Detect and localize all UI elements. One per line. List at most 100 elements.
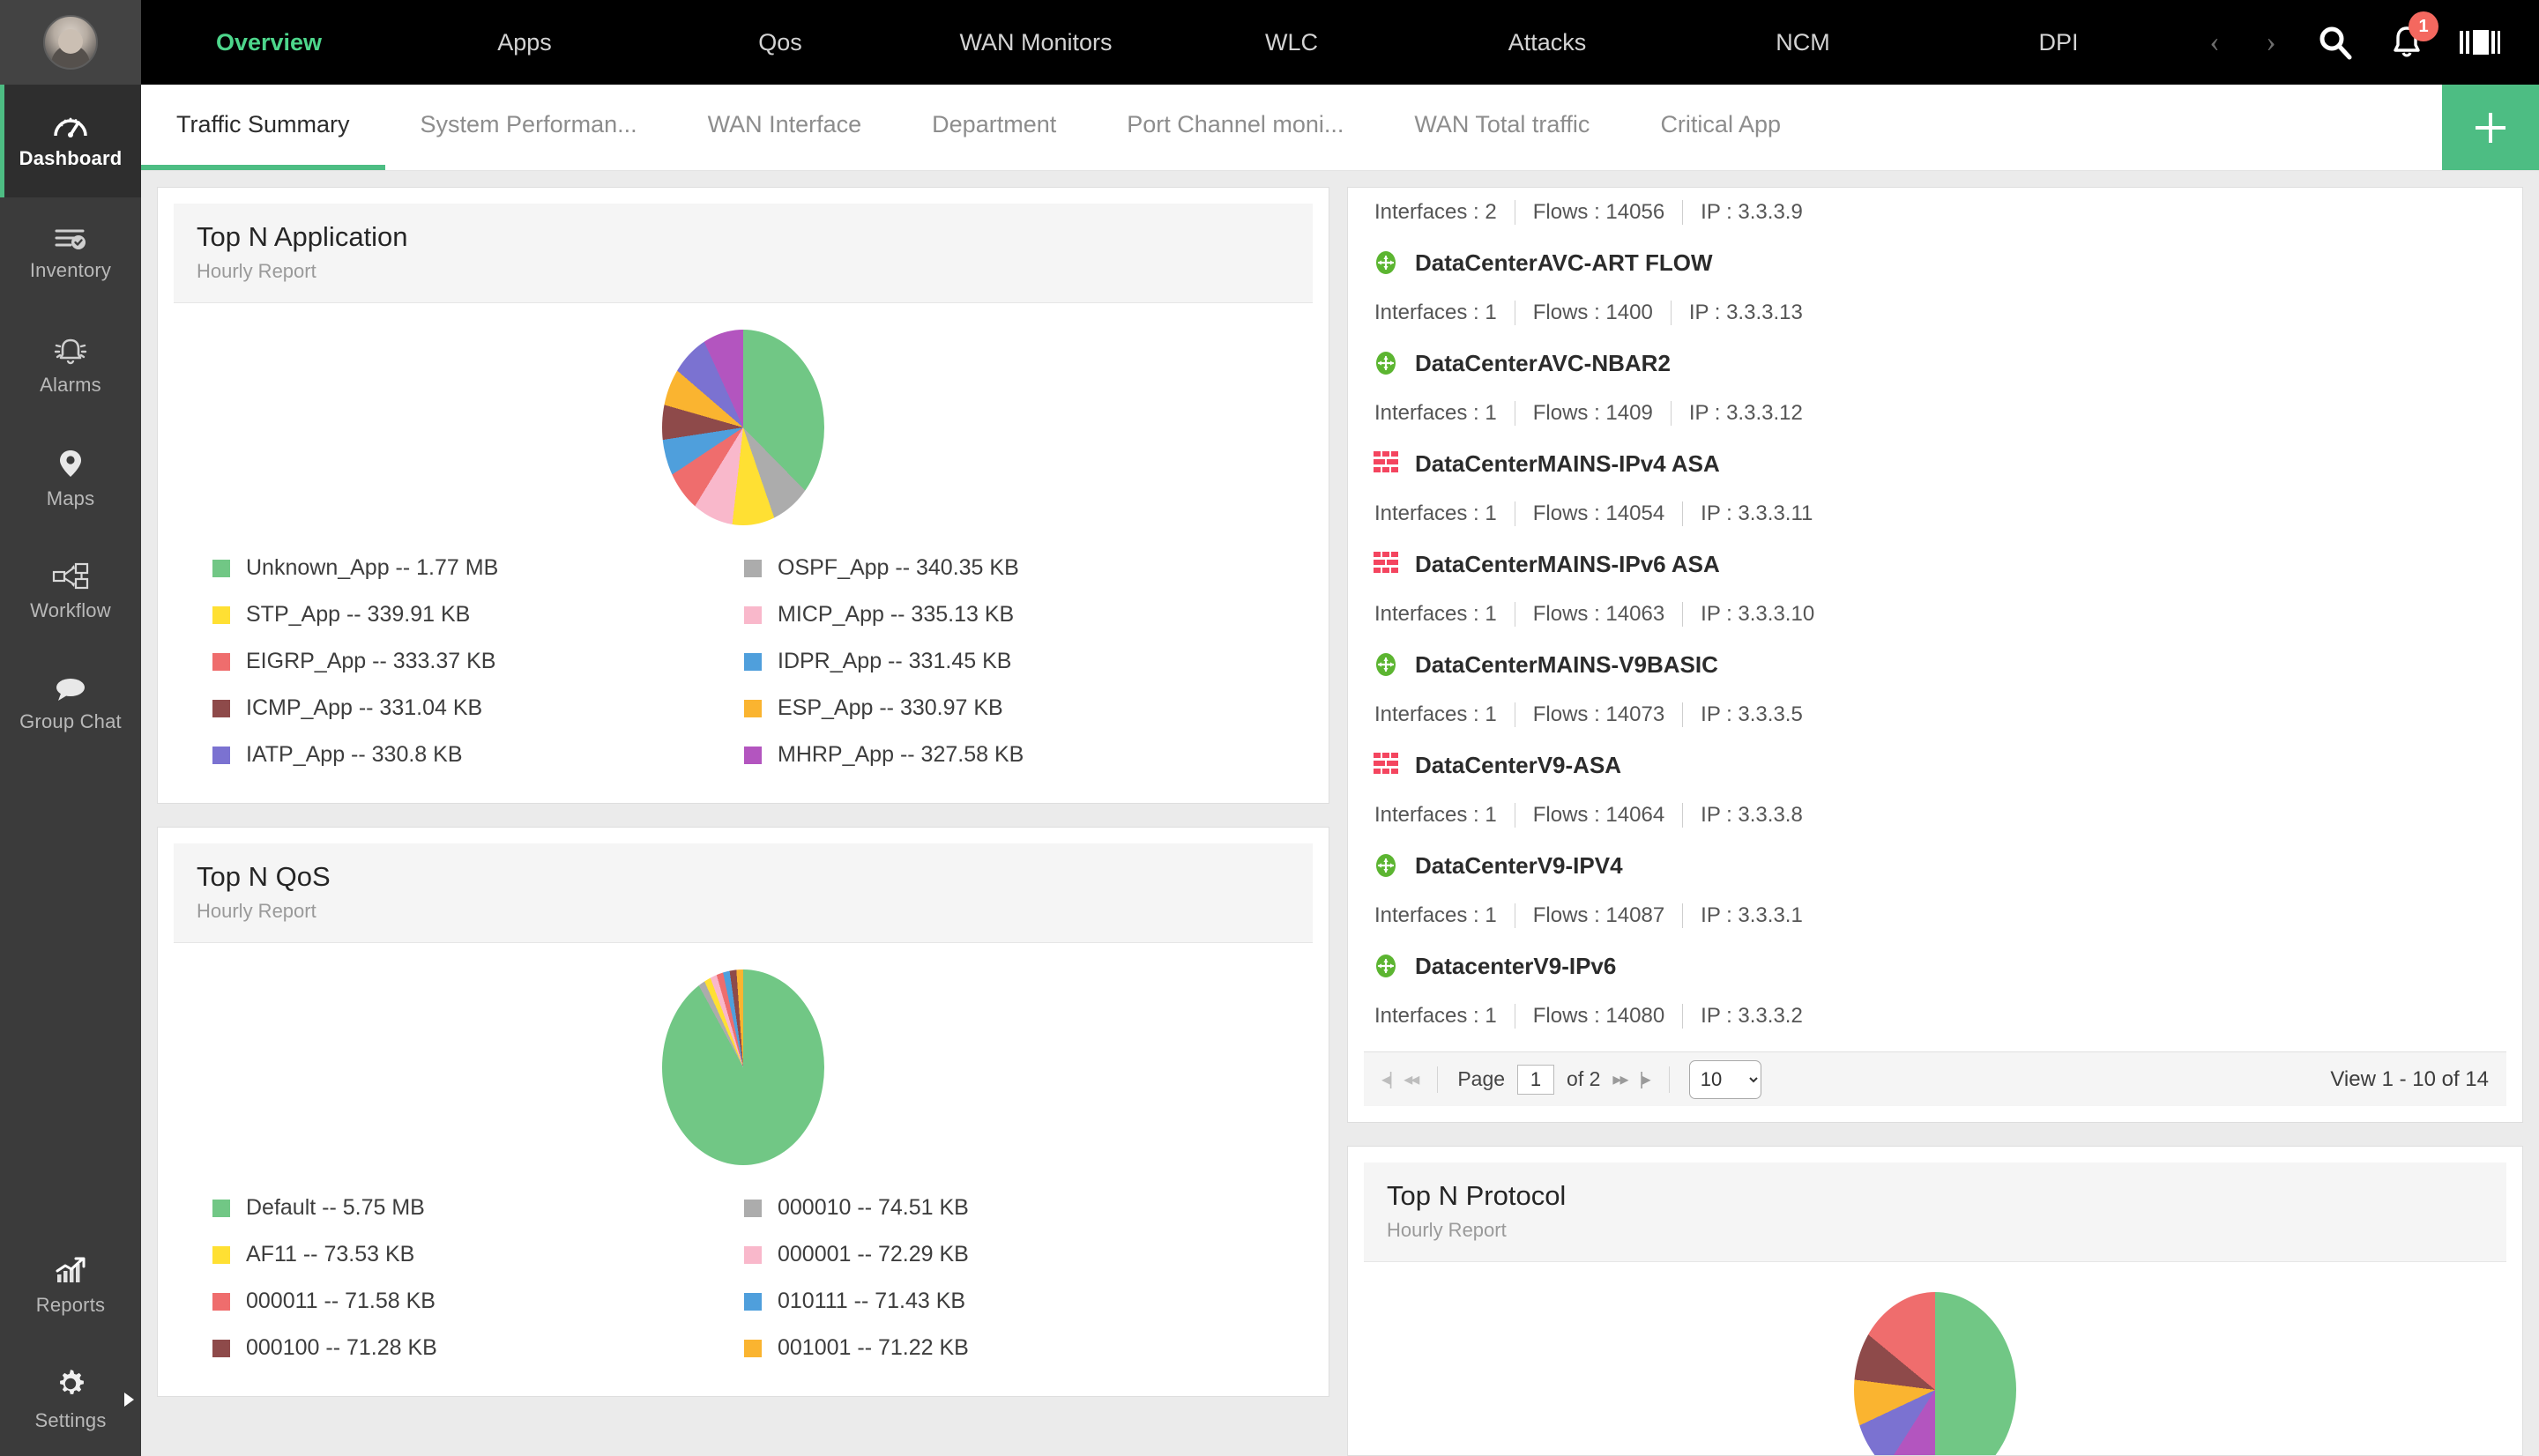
sidebar-item-workflow[interactable]: Workflow bbox=[0, 536, 141, 649]
legend-item[interactable]: 010111 -- 71.43 KB bbox=[744, 1278, 1276, 1325]
legend-label: 010111 -- 71.43 KB bbox=[778, 1289, 966, 1313]
device-meta: Interfaces : 1 Flows : 1400 IP : 3.3.3.13 bbox=[1373, 288, 2498, 338]
device-name[interactable]: DataCenterAVC-NBAR2 bbox=[1373, 338, 2498, 389]
device-row[interactable]: DataCenterV9-ASA Interfaces : 1 Flows : 14… bbox=[1348, 739, 2522, 840]
legend-item[interactable]: Unknown_App -- 1.77 MB bbox=[212, 545, 744, 591]
legend-swatch bbox=[212, 1199, 230, 1217]
pager-prev-icon[interactable]: ◂◂ bbox=[1404, 1068, 1419, 1090]
layout-panels-icon[interactable] bbox=[2460, 27, 2500, 57]
legend-label: AF11 -- 73.53 KB bbox=[246, 1242, 415, 1267]
topnav-ncm[interactable]: NCM bbox=[1675, 29, 1931, 56]
device-row[interactable]: DataCenterMAINS-V9BASIC Interfaces : 1 Flo… bbox=[1348, 639, 2522, 739]
legend-item[interactable]: EIGRP_App -- 333.37 KB bbox=[212, 638, 744, 685]
pager-next-icon[interactable]: ▸▸ bbox=[1612, 1068, 1628, 1090]
topnav-prev-arrow-icon[interactable]: ‹ bbox=[2186, 26, 2243, 59]
device-name-label: DataCenterAVC-NBAR2 bbox=[1415, 349, 1671, 376]
sidebar-item-dashboard[interactable]: Dashboard bbox=[0, 85, 141, 197]
legend-item[interactable]: MHRP_App -- 327.58 KB bbox=[744, 732, 1276, 778]
pie-chart-top-n-qos[interactable] bbox=[662, 969, 824, 1165]
chart-area bbox=[158, 303, 1329, 531]
topnav-next-arrow-icon[interactable]: › bbox=[2243, 26, 2299, 59]
tab-port-channel-monitoring[interactable]: Port Channel moni... bbox=[1091, 85, 1379, 170]
device-name[interactable]: DataCenterV9-ASA bbox=[1373, 739, 2498, 791]
legend-item[interactable]: ICMP_App -- 331.04 KB bbox=[212, 685, 744, 732]
legend-item[interactable]: 000011 -- 71.58 KB bbox=[212, 1278, 744, 1325]
device-name[interactable]: DataCenterMAINS-IPv4 ASA bbox=[1373, 438, 2498, 489]
device-name-label: DataCenterV9-ASA bbox=[1415, 751, 1622, 778]
sidebar-item-settings[interactable]: Settings bbox=[0, 1343, 141, 1456]
tab-wan-total-traffic[interactable]: WAN Total traffic bbox=[1379, 85, 1625, 170]
sidebar-item-label: Group Chat bbox=[19, 710, 122, 732]
sidebar-item-label: Inventory bbox=[29, 259, 112, 281]
sidebar-item-reports[interactable]: Reports bbox=[0, 1230, 141, 1343]
device-meta-field: IP : 3.3.3.1 bbox=[1701, 903, 1803, 927]
topnav-qos[interactable]: Qos bbox=[652, 29, 908, 56]
add-tab-button[interactable] bbox=[2442, 85, 2539, 170]
topnav-attacks[interactable]: Attacks bbox=[1419, 29, 1675, 56]
legend-item[interactable]: IATP_App -- 330.8 KB bbox=[212, 732, 744, 778]
device-meta-field: IP : 3.3.3.10 bbox=[1701, 602, 1815, 626]
pie-chart-top-n-protocol[interactable] bbox=[1854, 1292, 2016, 1455]
firewall-icon bbox=[1373, 752, 1399, 778]
sidebar-item-label: Reports bbox=[35, 1294, 106, 1316]
notification-bell-icon[interactable]: 1 bbox=[2389, 11, 2438, 61]
legend-item[interactable]: Default -- 5.75 MB bbox=[212, 1185, 744, 1231]
legend-label: MHRP_App -- 327.58 KB bbox=[778, 742, 1024, 767]
device-name[interactable]: DatacenterV9-IPv6 bbox=[1373, 940, 2498, 992]
legend-item[interactable]: AF11 -- 73.53 KB bbox=[212, 1231, 744, 1278]
topnav-dpi[interactable]: DPI bbox=[1931, 29, 2186, 56]
device-row[interactable]: DataCenterMAINS-IPv4 ASA Interfaces : 1 Fl… bbox=[1348, 438, 2522, 539]
device-row[interactable]: DataCenterAVC-NBAR2 Interfaces : 1 Flows :… bbox=[1348, 338, 2522, 438]
legend-item[interactable]: ESP_App -- 330.97 KB bbox=[744, 685, 1276, 732]
tab-traffic-summary[interactable]: Traffic Summary bbox=[141, 85, 385, 170]
sidebar-item-maps[interactable]: Maps bbox=[0, 423, 141, 536]
pager-page-input[interactable] bbox=[1517, 1064, 1555, 1095]
device-row[interactable]: DatacenterV9-IPv6 Interfaces : 1 Flows : 1… bbox=[1348, 940, 2522, 1041]
search-icon[interactable] bbox=[2317, 24, 2354, 61]
topnav-apps[interactable]: Apps bbox=[397, 29, 652, 56]
pager-first-icon[interactable]: ◂| bbox=[1381, 1068, 1393, 1090]
topnav-wan-monitors[interactable]: WAN Monitors bbox=[908, 29, 1164, 56]
sidebar-item-alarms[interactable]: Alarms bbox=[0, 310, 141, 423]
device-name[interactable]: DataCenterMAINS-V9BASIC bbox=[1373, 639, 2498, 690]
legend-item[interactable]: OSPF_App -- 340.35 KB bbox=[744, 545, 1276, 591]
device-name[interactable]: DataCenterV9-IPV4 bbox=[1373, 840, 2498, 891]
device-row[interactable]: DataCenterAVC-ART FLOW Interfaces : 1 Flow… bbox=[1348, 237, 2522, 338]
pie-chart-top-n-application[interactable] bbox=[662, 330, 824, 525]
device-meta: Interfaces : 1 Flows : 14073 IP : 3.3.3.5 bbox=[1373, 690, 2498, 739]
device-meta-field: Flows : 14063 bbox=[1515, 602, 1684, 627]
chevron-right-icon[interactable] bbox=[124, 1393, 134, 1407]
device-meta: Interfaces : 1 Flows : 14080 IP : 3.3.3.2 bbox=[1373, 992, 2498, 1041]
sidebar-item-inventory[interactable]: Inventory bbox=[0, 197, 141, 310]
device-name[interactable]: DataCenterAVC-ART FLOW bbox=[1373, 237, 2498, 288]
sidebar-item-group-chat[interactable]: Group Chat bbox=[0, 649, 141, 761]
device-meta-field: Interfaces : 1 bbox=[1374, 301, 1515, 325]
legend-swatch bbox=[212, 1339, 230, 1357]
tab-wan-interface[interactable]: WAN Interface bbox=[673, 85, 897, 170]
tab-system-performance[interactable]: System Performan... bbox=[385, 85, 673, 170]
device-row[interactable]: DataCenterV9-IPV4 Interfaces : 1 Flows : 1… bbox=[1348, 840, 2522, 940]
top-nav-icons: 1 bbox=[2317, 11, 2539, 61]
tab-department[interactable]: Department bbox=[897, 85, 1091, 170]
legend-item[interactable]: MICP_App -- 335.13 KB bbox=[744, 591, 1276, 638]
avatar[interactable] bbox=[43, 15, 98, 70]
pager-last-icon[interactable]: |▸ bbox=[1639, 1068, 1650, 1090]
legend-item[interactable]: IDPR_App -- 331.45 KB bbox=[744, 638, 1276, 685]
page-size-select[interactable]: 102550100 bbox=[1688, 1059, 1761, 1099]
card-top-n-protocol: Top N Protocol Hourly Report bbox=[1347, 1146, 2523, 1456]
legend-item[interactable]: 000010 -- 74.51 KB bbox=[744, 1185, 1276, 1231]
device-name[interactable]: DataCenterMAINS-IPv6 ASA bbox=[1373, 539, 2498, 590]
legend-top-n-qos: Default -- 5.75 MB 000010 -- 74.51 KB AF11… bbox=[158, 1170, 1329, 1396]
topnav-overview[interactable]: Overview bbox=[141, 29, 397, 56]
avatar-cell[interactable] bbox=[0, 0, 141, 85]
legend-item[interactable]: STP_App -- 339.91 KB bbox=[212, 591, 744, 638]
tab-critical-app[interactable]: Critical App bbox=[1625, 85, 1816, 170]
left-sidebar: Dashboard Inventory Alarms Maps Workflow bbox=[0, 0, 141, 1456]
legend-item[interactable]: 000100 -- 71.28 KB bbox=[212, 1325, 744, 1371]
legend-item[interactable]: 000001 -- 72.29 KB bbox=[744, 1231, 1276, 1278]
topnav-wlc[interactable]: WLC bbox=[1164, 29, 1419, 56]
device-row[interactable]: DataCenterMAINS-IPv6 ASA Interfaces : 1 Fl… bbox=[1348, 539, 2522, 639]
legend-swatch bbox=[744, 605, 762, 624]
device-row-partial[interactable]: Interfaces : 2 Flows : 14056 IP : 3.3.3.9 bbox=[1348, 188, 2522, 237]
legend-item[interactable]: 001001 -- 71.22 KB bbox=[744, 1325, 1276, 1371]
